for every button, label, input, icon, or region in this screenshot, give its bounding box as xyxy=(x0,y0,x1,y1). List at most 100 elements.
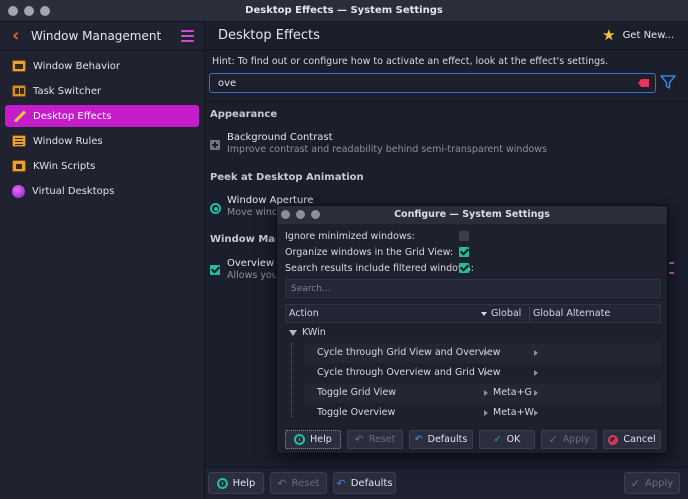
hamburger-menu-icon[interactable] xyxy=(181,30,194,42)
kwin-scripts-icon xyxy=(12,160,26,172)
dialog-apply-button[interactable]: ✓ Apply xyxy=(541,430,597,449)
row-global-shortcut: Meta+G xyxy=(493,387,532,398)
sidebar-item-window-behavior[interactable]: Window Behavior xyxy=(5,55,199,77)
sidebar-item-label: Virtual Desktops xyxy=(32,185,115,197)
main-header: Desktop Effects ★ Get New... xyxy=(206,22,688,50)
global-shortcut-arrow-icon[interactable] xyxy=(484,350,488,356)
shortcuts-table-header: Action Global Global Alternate xyxy=(285,304,661,323)
configure-dialog: Configure — System Settings Ignore minim… xyxy=(276,205,668,454)
defaults-icon: ↶ xyxy=(336,476,346,490)
ignore-minimized-checkbox[interactable] xyxy=(459,231,469,241)
row-action: Cycle through Overview and Grid View xyxy=(317,367,501,378)
sort-descending-icon xyxy=(481,312,487,316)
row-global-shortcut: Meta+W xyxy=(493,407,534,418)
apply-check-icon: ✓ xyxy=(630,476,640,490)
sidebar-item-task-switcher[interactable]: Task Switcher xyxy=(5,80,199,102)
sidebar-item-label: KWin Scripts xyxy=(33,160,96,172)
reset-icon: ↶ xyxy=(354,433,364,446)
search-input[interactable]: ove xyxy=(209,73,656,93)
apply-label: Apply xyxy=(644,477,674,489)
alternate-shortcut-arrow-icon[interactable] xyxy=(534,410,538,416)
search-placeholder: Search... xyxy=(291,283,331,294)
shortcut-search-input[interactable]: Search... xyxy=(285,279,661,298)
search-filtered-checkbox[interactable] xyxy=(459,263,469,273)
row-action: Toggle Overview xyxy=(317,407,396,418)
filter-icon[interactable] xyxy=(660,74,676,90)
defaults-icon: ↶ xyxy=(414,434,423,445)
tree-group-kwin[interactable]: KWin xyxy=(302,327,326,338)
back-arrow-icon[interactable]: ‹ xyxy=(12,27,26,45)
clear-search-icon[interactable] xyxy=(638,79,649,87)
tree-connector xyxy=(291,343,292,417)
window-rules-icon xyxy=(12,135,26,147)
dialog-defaults-button[interactable]: ↶ Defaults xyxy=(409,430,473,449)
option-ignore-minimized-label: Ignore minimized windows: xyxy=(285,231,415,242)
column-global[interactable]: Global xyxy=(491,308,521,319)
page-title: Desktop Effects xyxy=(218,28,320,43)
table-row[interactable]: Toggle Overview Meta+W xyxy=(304,403,661,419)
dialog-help-button[interactable]: Help xyxy=(285,430,341,449)
window-title: Desktop Effects — System Settings xyxy=(245,5,443,16)
table-row[interactable]: Toggle Grid View Meta+G xyxy=(304,383,661,403)
divider xyxy=(206,101,688,102)
alternate-shortcut-arrow-icon[interactable] xyxy=(534,350,538,356)
sidebar-item-window-rules[interactable]: Window Rules xyxy=(5,130,199,152)
sidebar: ‹ Window Management Window Behavior Task… xyxy=(0,22,205,499)
effect-overview-title[interactable]: Overview xyxy=(227,258,274,269)
sidebar-item-virtual-desktops[interactable]: Virtual Desktops xyxy=(5,180,199,202)
apply-button[interactable]: ✓ Apply xyxy=(624,472,680,494)
hint-text: Hint: To find out or configure how to ac… xyxy=(212,56,609,67)
table-row[interactable]: Cycle through Overview and Grid View xyxy=(304,363,661,383)
sidebar-item-label: Window Behavior xyxy=(33,60,121,72)
effect-overview-desc: Allows you xyxy=(227,270,278,281)
sidebar-header: ‹ Window Management xyxy=(0,22,204,50)
window-titlebar: Desktop Effects — System Settings xyxy=(0,0,688,22)
effect-background-contrast-title[interactable]: Background Contrast xyxy=(227,132,333,143)
sidebar-item-label: Desktop Effects xyxy=(33,110,112,122)
dialog-title: Configure — System Settings xyxy=(394,209,550,220)
dialog-reset-button[interactable]: ↶ Reset xyxy=(347,430,403,449)
global-shortcut-arrow-icon[interactable] xyxy=(484,390,488,396)
reset-icon: ↶ xyxy=(277,476,287,490)
sidebar-list: Window Behavior Task Switcher Desktop Ef… xyxy=(0,51,204,209)
get-new-button[interactable]: ★ Get New... xyxy=(602,28,674,43)
task-switcher-icon xyxy=(12,85,26,97)
overview-checkbox[interactable] xyxy=(210,265,220,275)
configure-icon[interactable] xyxy=(669,262,674,274)
reset-button[interactable]: ↶ Reset xyxy=(270,472,327,494)
help-label: Help xyxy=(232,477,256,489)
search-value: ove xyxy=(218,77,237,89)
reset-label: Reset xyxy=(291,477,320,489)
table-row[interactable]: Cycle through Grid View and Overview xyxy=(304,343,661,363)
dialog-cancel-label: Cancel xyxy=(623,434,656,445)
global-shortcut-arrow-icon[interactable] xyxy=(484,410,488,416)
effect-background-contrast-desc: Improve contrast and readability behind … xyxy=(227,144,548,155)
star-icon: ★ xyxy=(602,26,616,44)
alternate-shortcut-arrow-icon[interactable] xyxy=(534,390,538,396)
option-organize-grid-label: Organize windows in the Grid View: xyxy=(285,247,454,258)
window-aperture-radio[interactable] xyxy=(210,203,221,214)
global-shortcut-arrow-icon[interactable] xyxy=(484,370,488,376)
column-action[interactable]: Action xyxy=(289,308,319,319)
sidebar-title[interactable]: Window Management xyxy=(31,29,161,43)
help-icon xyxy=(216,477,228,489)
dialog-cancel-button[interactable]: Cancel xyxy=(603,430,661,449)
alternate-shortcut-arrow-icon[interactable] xyxy=(534,370,538,376)
virtual-desktops-icon xyxy=(12,184,25,198)
dialog-ok-button[interactable]: ✓ OK xyxy=(479,430,535,449)
sidebar-item-kwin-scripts[interactable]: KWin Scripts xyxy=(5,155,199,177)
row-action: Cycle through Grid View and Overview xyxy=(317,347,501,358)
section-peek-at-desktop: Peek at Desktop Animation xyxy=(210,172,364,183)
column-separator xyxy=(529,307,530,321)
organize-grid-checkbox[interactable] xyxy=(459,247,469,257)
defaults-button[interactable]: ↶ Defaults xyxy=(333,472,396,494)
help-button[interactable]: Help xyxy=(208,472,264,494)
sidebar-item-label: Window Rules xyxy=(33,135,103,147)
section-appearance: Appearance xyxy=(210,109,278,120)
collapse-arrow-icon[interactable] xyxy=(289,330,297,336)
sidebar-item-desktop-effects[interactable]: Desktop Effects xyxy=(5,105,199,127)
column-global-alternate[interactable]: Global Alternate xyxy=(533,308,610,319)
help-icon xyxy=(294,434,306,445)
expand-plus-icon[interactable] xyxy=(210,140,220,150)
option-search-filtered-label: Search results include filtered windows: xyxy=(285,263,474,274)
